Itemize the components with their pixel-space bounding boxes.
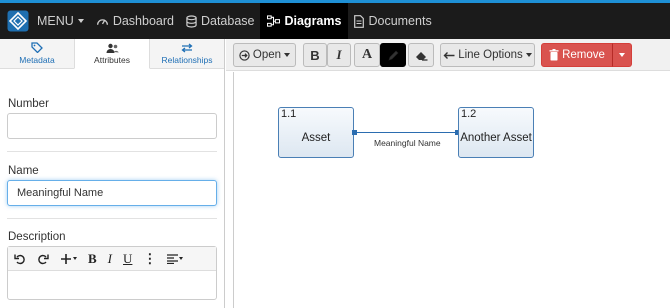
font-color-button[interactable]: A <box>354 43 380 67</box>
name-input[interactable]: Meaningful Name <box>7 180 217 206</box>
editor-italic-button[interactable]: I <box>108 251 112 267</box>
trash-icon <box>549 49 559 61</box>
sitemap-icon <box>267 14 281 27</box>
number-label: Number <box>8 98 49 110</box>
nav-diagrams[interactable]: Diagrams <box>260 3 349 39</box>
chevron-down-icon <box>179 257 184 260</box>
divider <box>7 151 217 152</box>
tab-metadata-label: Metadata <box>19 55 55 65</box>
nav-dashboard-label: Dashboard <box>112 14 174 28</box>
node-number: 1.1 <box>281 108 297 120</box>
chevron-down-icon <box>284 53 291 57</box>
tag-icon <box>31 42 43 53</box>
diagram-toolbar: Open B I A Line Options Remove <box>226 39 670 71</box>
open-button[interactable]: Open <box>233 43 296 67</box>
gauge-icon <box>96 18 108 25</box>
name-label: Name <box>8 165 39 177</box>
node-label: Another Asset <box>460 132 532 144</box>
tab-attributes[interactable]: Attributes <box>74 39 150 69</box>
eraser-icon <box>415 51 427 61</box>
bold-button[interactable]: B <box>303 43 327 67</box>
remove-button-label: Remove <box>562 49 605 61</box>
relationship-edge[interactable] <box>357 132 457 133</box>
properties-tabs: Metadata Attributes Relationships <box>0 39 224 69</box>
tab-relationships-label: Relationships <box>161 54 213 65</box>
line-options-button[interactable]: Line Options <box>440 43 535 67</box>
nav-database[interactable]: Database <box>180 3 261 39</box>
plus-icon <box>61 253 71 264</box>
divider <box>7 218 217 219</box>
nav-documents-label: Documents <box>368 14 432 28</box>
remove-button[interactable]: Remove <box>541 43 613 67</box>
number-input[interactable] <box>7 113 217 139</box>
node-number: 1.2 <box>461 108 477 120</box>
editor-bold-button[interactable]: B <box>88 251 97 267</box>
tab-relationships[interactable]: Relationships <box>150 39 224 68</box>
top-navbar: MENU Dashboard Database Diagrams Documen… <box>0 0 670 39</box>
arrow-left-icon <box>443 51 455 59</box>
diagram-canvas[interactable]: 1.1 Asset Meaningful Name 1.2 Another As… <box>233 72 670 308</box>
diagram-node[interactable]: 1.2 Another Asset <box>458 107 534 158</box>
chevron-down-icon <box>619 53 625 57</box>
align-dropdown[interactable] <box>167 253 184 264</box>
open-button-label: Open <box>252 49 282 61</box>
edge-label[interactable]: Meaningful Name <box>374 138 441 148</box>
italic-button[interactable]: I <box>327 43 351 67</box>
redo-icon[interactable] <box>37 253 49 265</box>
menu-dropdown[interactable]: MENU <box>31 3 90 39</box>
open-circle-icon <box>239 49 250 61</box>
diagram-node[interactable]: 1.1 Asset <box>278 107 354 158</box>
nav-documents[interactable]: Documents <box>348 3 437 39</box>
undo-icon[interactable] <box>14 253 26 265</box>
line-color-button[interactable] <box>380 43 406 67</box>
chevron-down-icon <box>77 19 84 23</box>
nav-dashboard[interactable]: Dashboard <box>90 3 180 39</box>
tab-attributes-label: Attributes <box>94 54 130 65</box>
exchange-icon <box>181 42 193 53</box>
document-icon <box>354 14 365 28</box>
menu-label: MENU <box>37 14 74 28</box>
insert-dropdown[interactable] <box>60 253 77 265</box>
chevron-down-icon <box>525 53 532 57</box>
nav-diagrams-label: Diagrams <box>284 14 342 28</box>
node-label: Asset <box>301 132 331 144</box>
tab-metadata[interactable]: Metadata <box>0 39 74 68</box>
database-icon <box>186 14 197 28</box>
editor-toolbar: B I U ⋮ <box>8 247 216 271</box>
align-left-icon <box>167 253 179 264</box>
chevron-down-icon <box>73 257 77 260</box>
app-logo-icon[interactable] <box>7 10 29 32</box>
pencil-icon <box>388 50 398 60</box>
line-options-label: Line Options <box>458 49 523 61</box>
description-label: Description <box>8 231 66 243</box>
remove-options-toggle[interactable] <box>612 43 632 67</box>
nav-database-label: Database <box>200 14 255 28</box>
eraser-button[interactable] <box>408 43 434 67</box>
users-icon <box>106 43 119 53</box>
description-editor[interactable]: B I U ⋮ <box>7 246 217 300</box>
more-options-button[interactable]: ⋮ <box>143 251 156 267</box>
editor-underline-button[interactable]: U <box>123 251 132 267</box>
